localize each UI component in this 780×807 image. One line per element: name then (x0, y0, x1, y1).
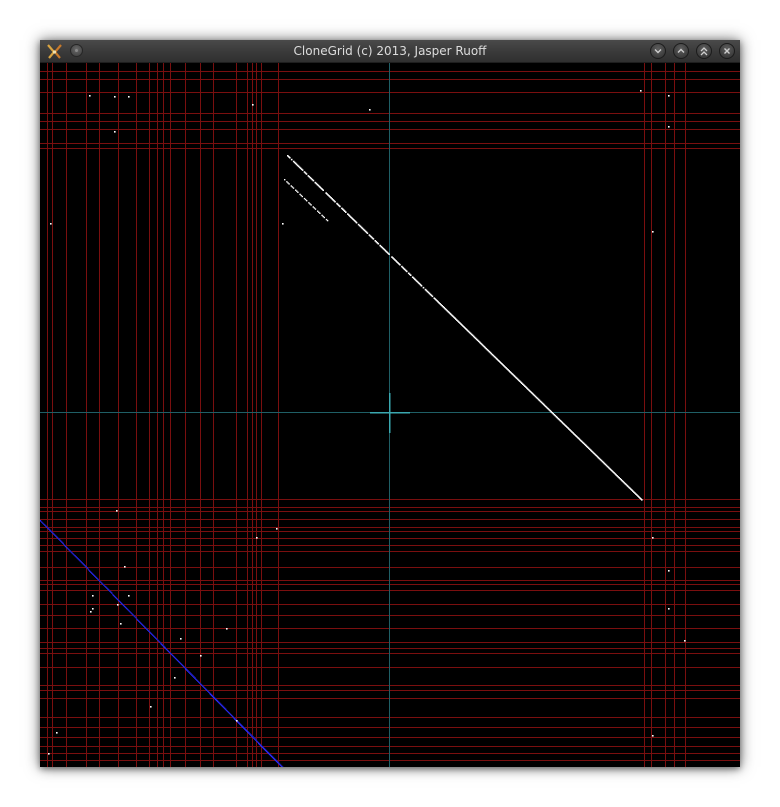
clone-dot (406, 270, 408, 273)
clone-dot (114, 131, 116, 133)
clone-dot (56, 732, 58, 734)
double-chevron-up-icon (700, 46, 708, 55)
clone-dot (124, 566, 126, 568)
clone-dot (116, 510, 118, 512)
clone-dot (334, 200, 336, 203)
clone-dot (305, 173, 308, 175)
clone-dot (256, 537, 258, 539)
clone-grid-canvas[interactable] (40, 63, 740, 767)
clone-dot (297, 191, 299, 193)
clone-dot (399, 263, 401, 266)
clone-dot (668, 608, 670, 610)
clone-dot (652, 537, 654, 539)
clone-dot (114, 96, 116, 98)
clone-dot (355, 221, 358, 224)
chevron-down-icon (654, 49, 662, 54)
vertical-grid-lines (47, 63, 686, 767)
clone-dot (236, 720, 238, 722)
clone-dot (668, 126, 670, 128)
clonegrid-window: CloneGrid (c) 2013, Jasper Ruoff (40, 40, 740, 767)
clone-dot (652, 231, 654, 233)
crosshair-cursor (40, 63, 740, 767)
keep-above-button[interactable] (696, 43, 712, 59)
clone-dot (684, 640, 686, 642)
clone-dot (306, 200, 308, 202)
clone-dot (50, 223, 52, 225)
clone-dot (314, 208, 317, 210)
clone-dot (372, 238, 375, 240)
clone-dot (322, 189, 324, 191)
window-title: CloneGrid (c) 2013, Jasper Ruoff (293, 44, 487, 58)
close-icon (724, 48, 730, 54)
window-titlebar[interactable]: CloneGrid (c) 2013, Jasper Ruoff (40, 40, 740, 63)
clone-dot (409, 274, 412, 276)
clone-streak-blue-shadow (40, 520, 284, 767)
clone-dot (289, 156, 291, 159)
minimize-button[interactable] (650, 43, 666, 59)
clone-dot (128, 595, 130, 597)
clone-dot (431, 295, 434, 298)
clone-dot (128, 96, 130, 98)
clone-dot (310, 204, 312, 206)
clone-dot (319, 212, 321, 214)
clone-dot (640, 90, 642, 92)
clone-dot (422, 286, 425, 289)
clone-dot (92, 595, 94, 597)
clone-dot (288, 183, 290, 185)
clone-grid-plot[interactable] (40, 63, 740, 767)
clone-dot (276, 528, 278, 530)
clone-dot (92, 608, 94, 610)
clone-dot (282, 223, 284, 225)
clone-dot (200, 655, 202, 657)
clone-dot (366, 232, 369, 234)
clone-dot (252, 104, 254, 106)
clone-dot (641, 499, 643, 501)
clone-dot (388, 253, 390, 255)
clone-dot (48, 753, 50, 755)
clone-dot (226, 628, 228, 630)
clone-dot (180, 638, 182, 640)
close-button[interactable] (719, 43, 735, 59)
clone-dot (301, 169, 304, 171)
clone-dot (292, 187, 295, 189)
clone-dot (345, 211, 347, 213)
clone-dot (326, 219, 329, 222)
clone-dot (369, 109, 371, 111)
clone-dot (284, 179, 286, 181)
clone-dot (301, 195, 303, 198)
clone-dot (89, 95, 91, 97)
clone-dot (312, 179, 315, 182)
clone-dot (339, 205, 341, 208)
chevron-up-icon (677, 48, 685, 53)
clone-dot (290, 158, 293, 161)
clone-dot (150, 706, 152, 708)
clone-dot (90, 611, 92, 613)
clone-dot (174, 677, 176, 679)
clone-dot (652, 735, 654, 737)
clone-dot (117, 604, 119, 606)
clone-dot (668, 95, 670, 97)
clone-dot (420, 285, 423, 287)
clone-dot (120, 623, 122, 625)
maximize-button[interactable] (673, 43, 689, 59)
clone-dot (323, 216, 325, 219)
clone-dot (668, 570, 670, 572)
clone-dot (377, 242, 380, 245)
